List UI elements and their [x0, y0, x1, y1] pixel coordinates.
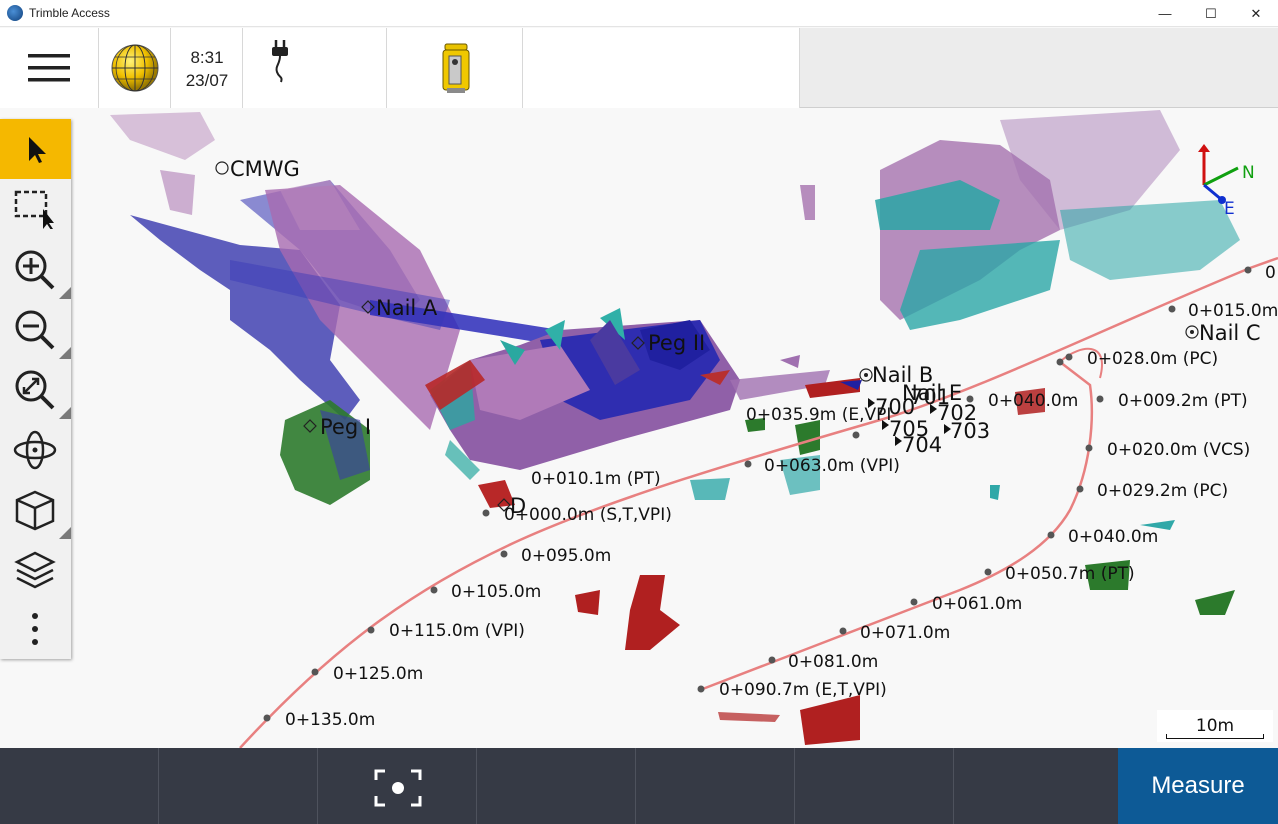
softkey-7[interactable]	[954, 748, 1118, 824]
select-icon	[29, 137, 46, 163]
select-tool-button[interactable]	[0, 119, 71, 179]
station-label: 0+071.0m	[860, 623, 950, 643]
layers-icon	[14, 551, 56, 589]
date-label: 23/07	[185, 71, 229, 90]
station-label: 0+125.0m	[333, 664, 423, 684]
label-nail-c: Nail C	[1199, 321, 1261, 345]
softkey-5[interactable]	[636, 748, 795, 824]
zoom-out-icon	[15, 310, 55, 350]
status-bar: 8:31 23/07	[0, 28, 1278, 108]
power-plug-icon	[272, 40, 288, 83]
view-tool-button[interactable]	[0, 479, 71, 539]
orbit-icon	[13, 430, 57, 470]
close-button[interactable]: ✕	[1233, 0, 1278, 27]
view-options-corner[interactable]	[59, 527, 71, 539]
station-label: 0+050.7m (PT)	[1005, 564, 1135, 584]
station-label: 0+000.0m (S,T,VPI)	[504, 505, 672, 525]
view-cube-icon	[15, 490, 55, 531]
label-peg-ii: Peg II	[648, 331, 705, 355]
zoom-extents-icon	[15, 370, 55, 410]
minimize-button[interactable]: —	[1142, 0, 1188, 27]
more-tools-button[interactable]	[0, 599, 71, 659]
station-label: 0+063.0m (VPI)	[764, 456, 900, 476]
softkey-bar: Measure	[0, 748, 1278, 824]
station-label: 0+081.0m	[788, 652, 878, 672]
station-label: 0+105.0m	[451, 582, 541, 602]
point-cloud-canvas[interactable]: CMWG Nail A Peg II Peg I Nail B Nail C N…	[0, 108, 1278, 749]
maximize-button[interactable]: ☐	[1188, 0, 1234, 27]
camera-target-icon	[374, 769, 422, 807]
north-axis-label: N	[1242, 163, 1255, 183]
window-title: Trimble Access	[29, 6, 110, 20]
zoom-extents-tool-button[interactable]	[0, 359, 71, 419]
menu-button[interactable]	[0, 28, 99, 108]
time-label: 8:31	[190, 48, 224, 67]
station-label: 0+028.0m (PC)	[1087, 349, 1218, 369]
station-label: 0+040.0m	[988, 391, 1078, 411]
station-label: 0+061.0m	[932, 594, 1022, 614]
power-status-button[interactable]	[243, 28, 387, 108]
menu-icon	[28, 54, 70, 82]
zoom-in-tool-button[interactable]	[0, 239, 71, 299]
label-703: 703	[950, 419, 990, 443]
title-bar: Trimble Access — ☐ ✕	[0, 0, 1278, 27]
station-label: 0+029.2m (PC)	[1097, 481, 1228, 501]
orbit-tool-button[interactable]	[0, 419, 71, 479]
station-label: 0+035.9m (E,VPI	[746, 405, 891, 425]
snap-to-button[interactable]	[318, 748, 477, 824]
station-label: 0+015.0m	[1188, 301, 1278, 321]
label-nail-a: Nail A	[376, 296, 438, 320]
label-peg-i: Peg I	[320, 415, 371, 439]
east-axis-label: E	[1224, 199, 1235, 219]
map-view[interactable]: CMWG Nail A Peg II Peg I Nail B Nail C N…	[0, 108, 1278, 749]
softkey-2[interactable]	[159, 748, 318, 824]
scale-bar: 10m	[1157, 710, 1273, 742]
station-label: 0+020.0m (VCS)	[1107, 440, 1250, 460]
label-cmwg: CMWG	[230, 157, 300, 181]
scale-label: 10m	[1195, 716, 1235, 736]
station-label: 0+090.7m (E,T,VPI)	[719, 680, 887, 700]
zoom-in-icon	[15, 250, 55, 290]
trimble-access-window: Trimble Access — ☐ ✕ 8:31 23/07 CMWG Nai…	[0, 0, 1278, 824]
status-empty-slot	[523, 28, 800, 108]
date-time-display[interactable]: 8:31 23/07	[171, 28, 243, 108]
softkey-6[interactable]	[795, 748, 954, 824]
station-label: 0	[1265, 263, 1276, 283]
box-select-tool-button[interactable]	[0, 179, 71, 239]
layers-tool-button[interactable]	[0, 539, 71, 599]
instrument-status-button[interactable]	[387, 28, 523, 108]
station-label: 0+135.0m	[285, 710, 375, 730]
station-label: 0+095.0m	[521, 546, 611, 566]
total-station-icon	[442, 43, 470, 93]
app-globe-icon	[7, 5, 23, 21]
globe-icon	[111, 44, 159, 92]
station-label: 0+009.2m (PT)	[1118, 391, 1248, 411]
more-icon	[32, 613, 38, 645]
station-label: 0+115.0m (VPI)	[389, 621, 525, 641]
zoom-out-tool-button[interactable]	[0, 299, 71, 359]
softkey-1[interactable]	[0, 748, 159, 824]
zoom-in-options-corner[interactable]	[59, 287, 71, 299]
zoom-extents-options-corner[interactable]	[59, 407, 71, 419]
map-toolbar	[0, 119, 71, 659]
zoom-out-options-corner[interactable]	[59, 347, 71, 359]
softkey-4[interactable]	[477, 748, 636, 824]
station-label: 0+040.0m	[1068, 527, 1158, 547]
box-select-icon	[14, 190, 54, 229]
scale-line	[1166, 734, 1264, 739]
measure-button[interactable]: Measure	[1118, 748, 1278, 824]
label-705: 705	[889, 417, 929, 441]
gnss-status-button[interactable]	[99, 28, 171, 108]
station-label: 0+010.1m (PT)	[531, 469, 661, 489]
